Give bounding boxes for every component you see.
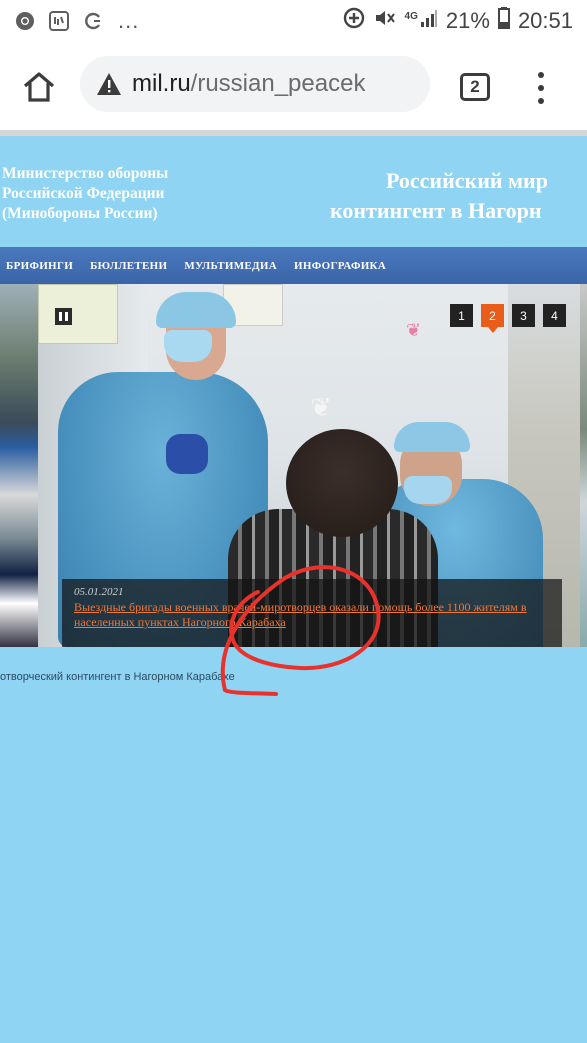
browser-menu-button[interactable] [530,68,552,108]
web-page: Министерство обороны Российской Федераци… [0,130,587,1043]
network-type-label: 4G [404,10,418,22]
site-title: Российский мир контингент в Нагорн [330,168,548,223]
ministry-name[interactable]: Министерство обороны Российской Федераци… [2,164,168,224]
tab-count: 2 [470,77,480,96]
next-slide-thumbnail[interactable] [580,284,587,647]
slide-date: 05.01.2021 [74,586,124,598]
butterfly-sticker-icon: ❦ [406,320,422,340]
slider-pause-button[interactable] [55,308,72,325]
system-status: 4G 21% 20:51 [343,7,573,35]
butterfly-decoration-icon: ❦ [310,392,332,422]
nav-item-briefings[interactable]: БРИФИНГИ [6,260,73,272]
news-slider: ❦ ❦ 1 2 3 4 05.01.2021 Выездные бригады … [0,284,587,647]
breadcrumb[interactable]: отворческий контингент в Нагорном Караба… [0,671,235,683]
notification-icons: ... [14,8,139,34]
previous-slide-thumbnail[interactable] [0,284,38,647]
browser-toolbar: mil.ru/russian_peacek 2 [0,42,587,130]
main-nav: БРИФИНГИ БЮЛЛЕТЕНИ МУЛЬТИМЕДИА ИНФОГРАФИ… [0,247,587,284]
slider-pagination: 1 2 3 4 [450,304,566,333]
slider-page-4[interactable]: 4 [543,304,566,327]
site-header: Министерство обороны Российской Федераци… [0,136,587,246]
home-button[interactable] [18,66,60,108]
status-bar: ... 4G 21% 20:51 [0,0,587,42]
sync-icon [82,10,104,32]
nav-item-multimedia[interactable]: МУЛЬТИМЕДИА [184,260,277,272]
clock: 20:51 [517,8,573,33]
battery-percent: 21% [445,8,490,33]
slide-title-link[interactable]: Выездные бригады военных врачей-миротвор… [74,600,550,630]
data-saver-icon [343,7,365,35]
slider-page-3[interactable]: 3 [512,304,535,327]
address-bar[interactable]: mil.ru/russian_peacek [80,56,430,112]
mute-icon [373,7,397,35]
voicemail-icon [48,10,70,32]
slider-page-2[interactable]: 2 [481,304,504,333]
nav-item-bulletins[interactable]: БЮЛЛЕТЕНИ [90,260,167,272]
signal-icon [420,8,438,34]
more-notifications: ... [118,8,140,33]
home-icon [23,72,55,102]
nav-item-infographics[interactable]: ИНФОГРАФИКА [294,260,386,272]
slider-page-1[interactable]: 1 [450,304,473,327]
url-text: mil.ru/russian_peacek [132,70,366,97]
tab-switcher-button[interactable]: 2 [460,73,490,101]
warning-icon [97,73,121,95]
battery-icon [497,7,510,35]
chrome-icon [14,10,36,32]
slide-caption: 05.01.2021 Выездные бригады военных врач… [62,579,562,647]
